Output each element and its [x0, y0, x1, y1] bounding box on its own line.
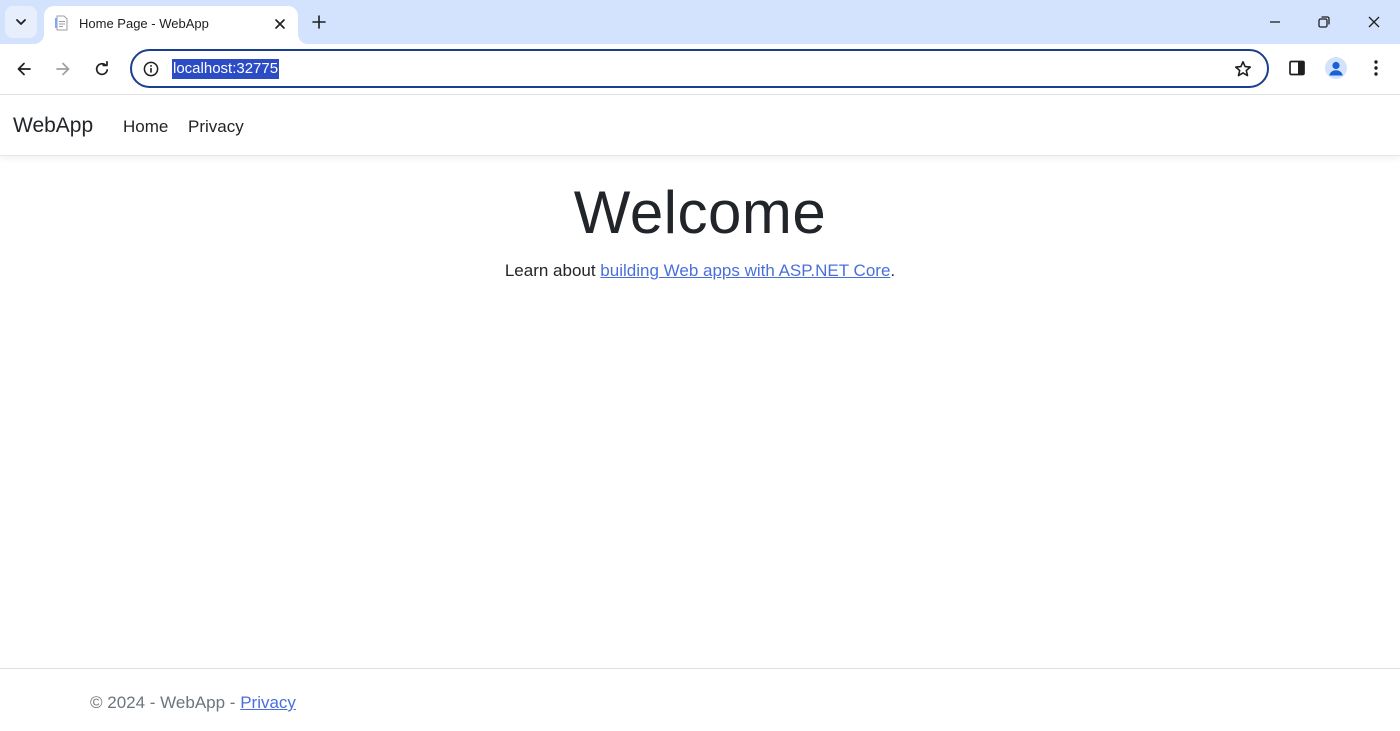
tab-title: Home Page - WebApp	[79, 16, 209, 31]
kebab-menu-icon	[1374, 60, 1378, 76]
new-tab-button[interactable]	[307, 10, 331, 34]
restore-button[interactable]	[1300, 0, 1348, 44]
forward-button[interactable]	[50, 56, 76, 82]
chevron-down-icon	[16, 19, 26, 25]
nav-link-privacy[interactable]: Privacy	[188, 117, 244, 137]
site-footer: © 2024 - WebApp - Privacy	[90, 693, 296, 713]
address-bar[interactable]: localhost:32775	[130, 49, 1269, 88]
footer-privacy-link[interactable]: Privacy	[240, 693, 296, 712]
browser-toolbar: localhost:32775	[0, 44, 1400, 94]
learn-paragraph: Learn about building Web apps with ASP.N…	[0, 261, 1400, 281]
tab-search-button[interactable]	[5, 6, 37, 38]
close-icon	[1368, 16, 1380, 28]
close-tab-button[interactable]	[270, 14, 290, 34]
bookmark-button[interactable]	[1233, 59, 1253, 79]
close-icon	[275, 19, 285, 29]
back-button[interactable]	[11, 56, 37, 82]
reload-icon	[95, 61, 109, 76]
browser-tab[interactable]: Home Page - WebApp	[44, 6, 298, 44]
info-icon	[143, 61, 159, 77]
learn-prefix: Learn about	[504, 261, 601, 280]
minimize-icon	[1270, 21, 1280, 23]
arrow-right-icon	[56, 62, 70, 76]
nav-link-home[interactable]: Home	[123, 117, 168, 137]
url-text[interactable]: localhost:32775	[172, 59, 280, 79]
browser-menu-button[interactable]	[1366, 57, 1386, 79]
plus-icon	[312, 15, 326, 29]
learn-suffix: .	[890, 261, 896, 280]
person-icon	[1329, 61, 1343, 76]
reload-button[interactable]	[89, 56, 115, 82]
aspnet-docs-link[interactable]: building Web apps with ASP.NET Core	[600, 261, 890, 280]
site-navbar: WebApp Home Privacy	[0, 95, 1400, 156]
profile-button[interactable]	[1325, 57, 1347, 79]
star-icon	[1235, 61, 1251, 77]
side-panel-icon	[1289, 60, 1305, 76]
page-icon	[55, 15, 68, 31]
side-panel-button[interactable]	[1286, 57, 1308, 79]
browser-tabstrip: Home Page - WebApp	[0, 0, 1400, 44]
close-window-button[interactable]	[1350, 0, 1398, 44]
minimize-button[interactable]	[1251, 0, 1299, 44]
arrow-left-icon	[17, 62, 31, 76]
site-info-button[interactable]	[141, 59, 161, 79]
restore-icon	[1318, 16, 1330, 28]
footer-copyright: © 2024 - WebApp -	[90, 693, 241, 712]
footer-divider	[0, 668, 1400, 669]
brand-link[interactable]: WebApp	[13, 114, 93, 138]
page-title: Welcome	[573, 179, 827, 246]
